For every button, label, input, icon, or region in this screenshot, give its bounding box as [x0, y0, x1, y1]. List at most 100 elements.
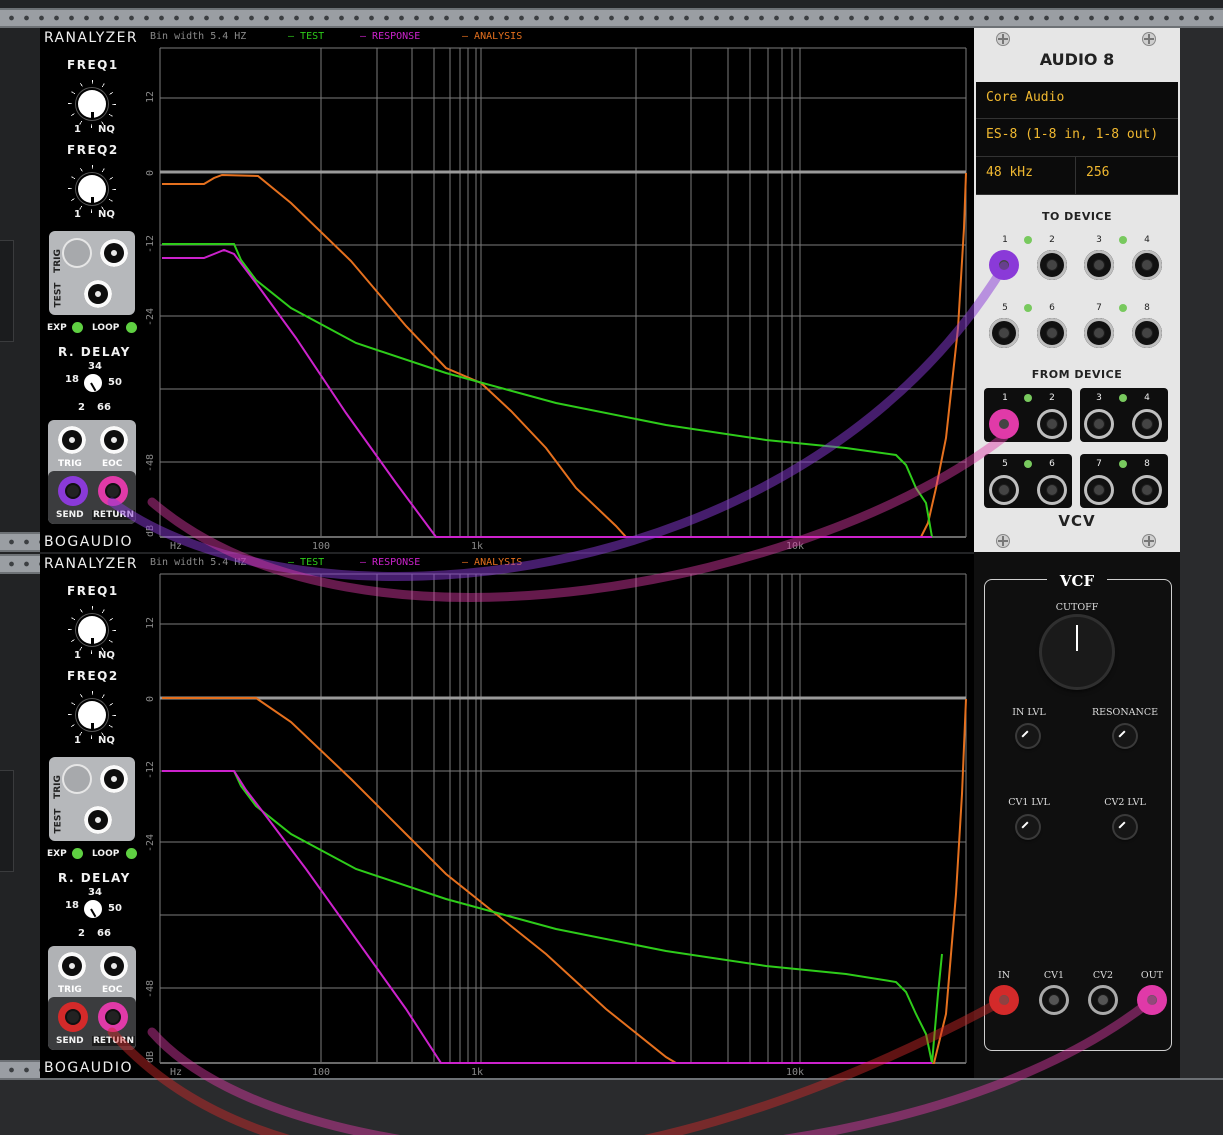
send-jack[interactable] [58, 1002, 88, 1032]
vcv-logo: VCV [1058, 512, 1096, 530]
from-port-number-3: 3 [1096, 393, 1102, 403]
to-device-port-5[interactable] [989, 318, 1019, 348]
y-tick-db: dB [146, 525, 156, 537]
return-label: RETURN [92, 510, 135, 520]
module-title: RANALYZER [44, 556, 139, 572]
delay-scale-66: 66 [97, 402, 111, 413]
analyzer-controls-top: RANALYZER FREQ1 1 NQ FREQ2 1 NQ TRIG TES… [40, 28, 146, 552]
from-device-port-5[interactable] [989, 475, 1019, 505]
to-port-number-5: 5 [1002, 303, 1008, 313]
return-jack[interactable] [98, 476, 128, 506]
out-port-label: OUT [1140, 970, 1164, 981]
spectrum-graph-top[interactable]: 12 0 -12 -24 -48 dB Hz 100 1k 10k Bin wi… [146, 28, 974, 552]
legend-response: — RESPONSE [360, 31, 421, 42]
loop-led[interactable] [126, 322, 137, 333]
from-led-3-4 [1119, 394, 1127, 402]
send-label: SEND [56, 510, 84, 520]
analyzer-module-bottom: RANALYZER FREQ1 1 NQ FREQ2 1 NQ TRIG TES… [40, 554, 974, 1078]
cv1-lvl-knob[interactable] [1017, 816, 1039, 838]
test-output-jack[interactable] [84, 280, 112, 308]
freq1-label: FREQ1 [67, 58, 119, 72]
screw-icon [996, 534, 1010, 548]
resonance-knob[interactable] [1114, 725, 1136, 747]
y-tick-m12: -12 [146, 235, 156, 253]
vcf-out-port[interactable] [1137, 985, 1167, 1015]
delay-knob[interactable] [84, 374, 102, 392]
to-device-port-8[interactable] [1132, 318, 1162, 348]
exp-led[interactable] [72, 848, 83, 859]
audio8-title: AUDIO 8 [1039, 50, 1115, 69]
to-device-port-2[interactable] [1037, 250, 1067, 280]
from-device-port-8[interactable] [1132, 475, 1162, 505]
vcf-cv1-port[interactable] [1039, 985, 1069, 1015]
freq1-knob[interactable] [78, 616, 106, 644]
delay-knob[interactable] [84, 900, 102, 918]
from-device-port-4[interactable] [1132, 409, 1162, 439]
loop-led[interactable] [126, 848, 137, 859]
from-device-port-3[interactable] [1084, 409, 1114, 439]
to-device-port-6[interactable] [1037, 318, 1067, 348]
delay-scale-18: 18 [65, 374, 79, 385]
delay-scale-66: 66 [97, 928, 111, 939]
freq2-knob[interactable] [78, 175, 106, 203]
legend-test: — TEST [288, 557, 325, 568]
from-device-port-6[interactable] [1037, 475, 1067, 505]
eoc-jack[interactable] [100, 426, 128, 454]
from-device-port-7[interactable] [1084, 475, 1114, 505]
return-jack[interactable] [98, 1002, 128, 1032]
device-selector[interactable]: ES-8 (1-8 in, 1-8 out) [976, 119, 1178, 157]
send-jack[interactable] [58, 476, 88, 506]
trig-input-jack[interactable] [100, 765, 128, 793]
freq1-knob[interactable] [78, 90, 106, 118]
trig-jack-label: TRIG [58, 985, 82, 995]
from-led-1-2 [1024, 394, 1032, 402]
resonance-label: RESONANCE [1091, 707, 1159, 718]
x-axis-labels: Hz 100 1k 10k [170, 541, 804, 552]
delay-scale-18: 18 [65, 900, 79, 911]
block-size-selector[interactable]: 256 [1076, 157, 1178, 195]
rack-side-panel-left-top [0, 240, 14, 342]
to-device-port-3[interactable] [1084, 250, 1114, 280]
to-led-7-8 [1119, 304, 1127, 312]
to-device-port-1[interactable] [989, 250, 1019, 280]
driver-selector[interactable]: Core Audio [976, 82, 1178, 119]
to-port-number-2: 2 [1049, 235, 1055, 245]
spectrum-graph-bottom[interactable]: 12 0 -12 -24 -48 dB Hz 100 1k 10k Bin wi… [146, 554, 974, 1078]
cutoff-knob[interactable] [1042, 617, 1112, 687]
from-port-number-2: 2 [1049, 393, 1055, 403]
x-tick-1k: 1k [471, 541, 483, 552]
x-tick-100: 100 [312, 1067, 330, 1078]
exp-led[interactable] [72, 322, 83, 333]
legend-analysis-label: ANALYSIS [474, 557, 523, 568]
legend-analysis: — ANALYSIS [462, 31, 523, 42]
cv2-lvl-knob[interactable] [1114, 816, 1136, 838]
test-output-jack[interactable] [84, 806, 112, 834]
from-device-port-2[interactable] [1037, 409, 1067, 439]
trig-jack[interactable] [58, 952, 86, 980]
delay-scale-34: 34 [88, 887, 102, 898]
in-lvl-knob[interactable] [1017, 725, 1039, 747]
trig-jack[interactable] [58, 426, 86, 454]
response-trace [162, 770, 932, 1064]
trig-button[interactable] [64, 240, 90, 266]
trig-button-label: TRIG [52, 249, 63, 273]
x-tick-10k: 10k [786, 541, 804, 552]
analysis-trace [162, 697, 967, 1064]
vcf-in-port[interactable] [989, 985, 1019, 1015]
eoc-jack[interactable] [100, 952, 128, 980]
legend-response-label: RESPONSE [372, 31, 421, 42]
y-tick-0: 0 [146, 696, 156, 702]
to-led-1-2 [1024, 236, 1032, 244]
vcf-cv2-port[interactable] [1088, 985, 1118, 1015]
from-device-port-1[interactable] [989, 409, 1019, 439]
to-device-port-4[interactable] [1132, 250, 1162, 280]
freq1-max-label: NQ [98, 124, 115, 135]
trig-button[interactable] [64, 766, 90, 792]
freq2-label: FREQ2 [67, 669, 119, 683]
to-device-port-7[interactable] [1084, 318, 1114, 348]
cv2-lvl-label: CV2 LVL [1104, 797, 1146, 808]
freq1-max-label: NQ [98, 650, 115, 661]
freq2-knob[interactable] [78, 701, 106, 729]
trig-input-jack[interactable] [100, 239, 128, 267]
sample-rate-selector[interactable]: 48 kHz [976, 157, 1076, 195]
